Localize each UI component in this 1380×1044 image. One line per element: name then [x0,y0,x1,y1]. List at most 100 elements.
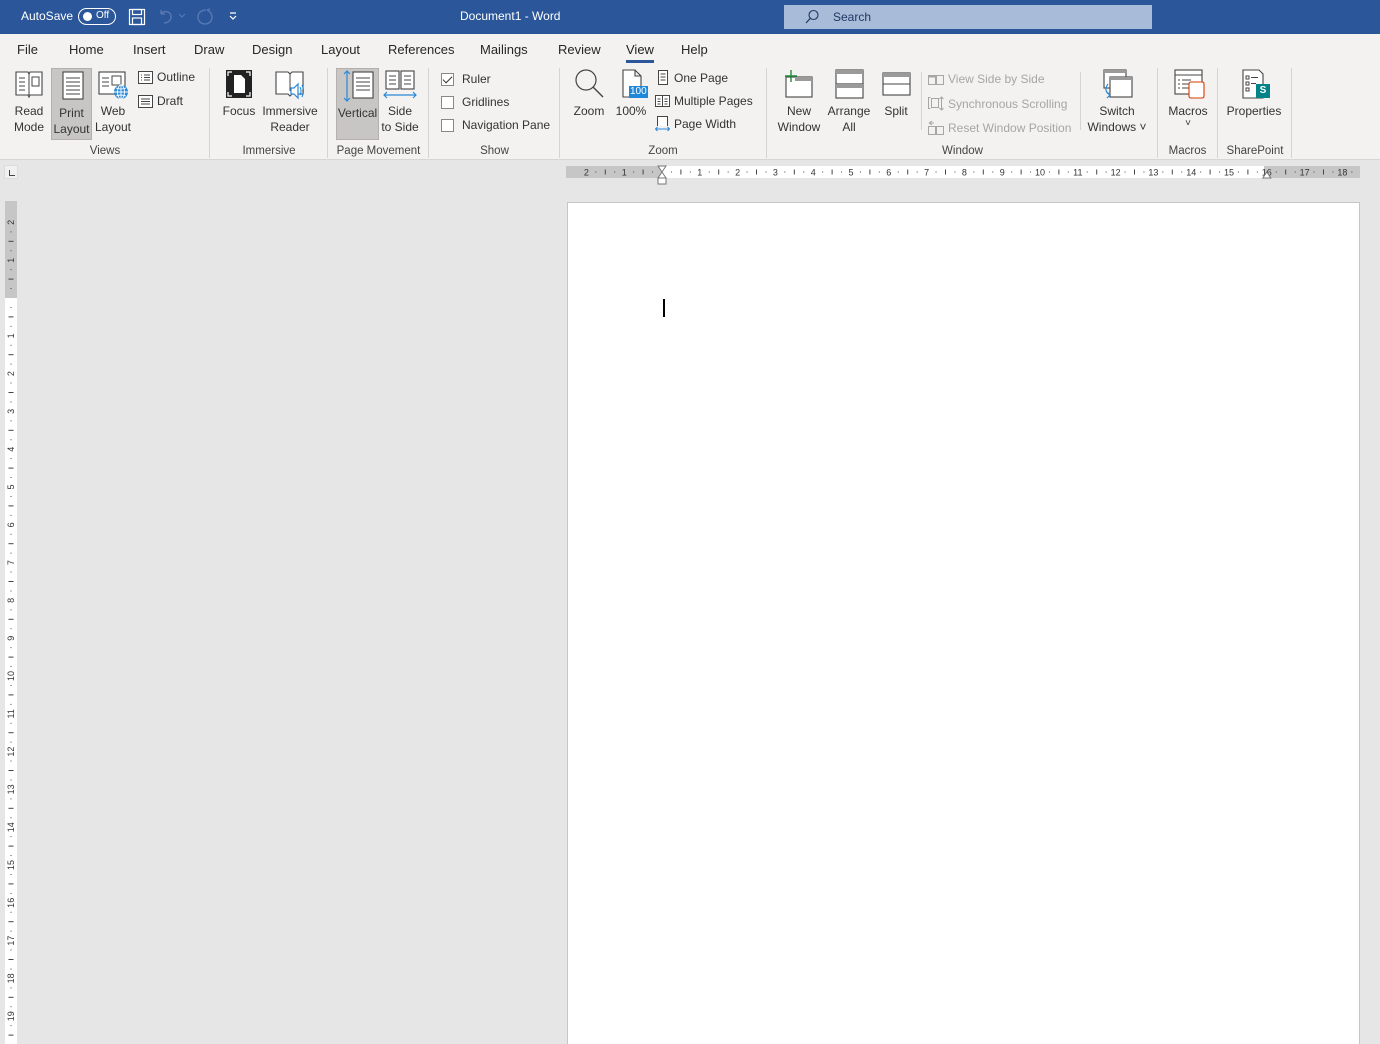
read-mode-button[interactable]: Read Mode [8,67,50,139]
tab-help[interactable]: Help [681,42,708,57]
ruler-label: 1 [697,168,702,178]
view-side-by-side-button[interactable]: View Side by Side [928,72,1045,86]
zoom-100-icon: 100 [615,67,648,101]
tab-selector-button[interactable] [4,165,18,179]
new-window-label-2: Window [777,120,821,134]
group-separator [1291,68,1292,158]
macros-label: Macros [1168,104,1208,118]
ruler-label: 14 [1186,168,1196,178]
zoom-100-label: 100% [615,104,647,118]
switch-windows-button[interactable]: Switch Windows ˅ [1086,67,1148,139]
zoom-label: Zoom [573,104,605,118]
search-box[interactable]: Search [784,5,1152,29]
tab-draw[interactable]: Draw [194,42,224,57]
horizontal-ruler[interactable]: 21123456789101112131415161718 [566,165,1360,185]
zoom-100-button[interactable]: 100 100% [612,67,650,139]
ruler-label: 9 [6,636,16,641]
macros-dropdown-icon[interactable]: ˅ [1164,119,1212,129]
multiple-pages-icon [655,95,670,107]
side-to-side-button[interactable]: Side to Side [380,67,420,139]
print-layout-label-2: Layout [53,122,90,136]
outline-button[interactable]: Outline [138,70,195,84]
inner-separator [1080,72,1081,130]
tab-home[interactable]: Home [69,42,104,57]
ruler-label: 15 [6,860,16,870]
autosave-toggle[interactable]: Off [78,8,116,25]
save-icon[interactable] [128,8,146,26]
properties-button[interactable]: S Properties [1223,67,1285,139]
zoom-group-label: Zoom [648,145,678,157]
inner-separator [921,72,922,130]
vertical-ruler-marks: 2112345678910111213141516171819 [6,220,16,1036]
vertical-button[interactable]: Vertical [336,68,379,140]
navigation-pane-checkbox[interactable]: Navigation Pane [441,118,550,132]
horizontal-ruler-marks: 21123456789101112131415161718 [584,165,1353,185]
redo-icon[interactable] [196,8,214,26]
new-window-icon [785,70,813,98]
gridlines-checkbox[interactable]: Gridlines [441,95,509,109]
document-page[interactable] [567,202,1360,1044]
split-icon [882,72,911,96]
split-button[interactable]: Split [876,67,916,139]
focus-button[interactable]: Focus [218,67,260,139]
vertical-ruler[interactable]: 2 1 1 2 3 4 5 6 7 8 9 10 11 12 13 14 15 16 17 18 19 [5,201,17,1044]
switch-windows-label-1: Switch [1099,104,1135,118]
indent-marker[interactable] [657,165,667,185]
web-layout-label-2: Layout [94,120,132,134]
web-layout-button[interactable]: Web Layout [93,67,133,139]
one-page-button[interactable]: One Page [656,70,728,85]
arrange-all-button[interactable]: Arrange All [826,67,872,139]
tab-layout[interactable]: Layout [321,42,360,57]
ruler-check-icon[interactable] [441,72,454,86]
search-icon [805,9,819,24]
ruler-label: 17 [6,936,16,946]
customize-quick-access-icon[interactable] [228,11,238,21]
focus-label: Focus [222,104,256,118]
tab-view[interactable]: View [626,42,654,63]
reset-window-position-button[interactable]: Reset Window Position [928,120,1071,135]
tab-file[interactable]: File [17,42,38,57]
ruler-label: 7 [6,560,16,565]
draft-button[interactable]: Draft [138,94,183,108]
ruler-label: 13 [1148,168,1158,178]
multiple-pages-label: Multiple Pages [674,94,753,108]
views-group-label: Views [89,145,121,157]
tab-review[interactable]: Review [558,42,601,57]
tab-references[interactable]: References [388,42,454,57]
side-to-side-icon [383,70,417,99]
ruler-label: 7 [924,168,929,178]
draft-icon [138,94,153,108]
page-width-button[interactable]: Page Width [655,116,736,132]
gridlines-check-icon[interactable] [441,95,454,109]
navigation-pane-check-icon[interactable] [441,118,454,132]
new-window-button[interactable]: New Window [774,67,824,139]
immersive-reader-icon [275,71,305,100]
ruler-label: 13 [6,784,16,794]
text-cursor [663,299,665,317]
ruler-label: 5 [848,168,853,178]
ruler-label: 16 [6,898,16,908]
side-to-side-label-2: to Side [381,120,419,134]
toggle-knob [83,12,92,21]
synchronous-scrolling-button[interactable]: Synchronous Scrolling [928,96,1067,111]
zoom-button[interactable]: Zoom [568,67,610,139]
ruler-checkbox[interactable]: Ruler [441,72,491,86]
ruler-label: 2 [584,168,589,178]
multiple-pages-button[interactable]: Multiple Pages [655,94,753,108]
arrange-all-label-2: All [842,120,856,134]
tab-mailings[interactable]: Mailings [480,42,528,57]
focus-icon [226,70,252,98]
undo-icon[interactable] [157,8,175,26]
vertical-icon [343,70,374,102]
ruler-label: 12 [6,747,16,757]
immersive-reader-button[interactable]: Immersive Reader [261,67,319,139]
macros-button[interactable]: Macros ˅ [1164,67,1212,139]
split-label: Split [884,104,908,118]
print-layout-button[interactable]: Print Layout [51,68,92,140]
tab-insert[interactable]: Insert [133,42,166,57]
tab-design[interactable]: Design [252,42,292,57]
web-layout-icon [98,71,128,100]
synchronous-scrolling-label: Synchronous Scrolling [948,96,1068,111]
undo-dropdown-icon[interactable] [178,12,186,20]
ruler-label: 2 [6,220,16,225]
